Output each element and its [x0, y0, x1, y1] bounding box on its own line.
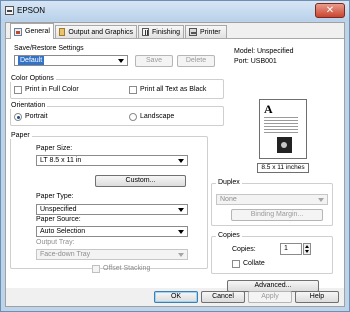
offset-stacking-label: Offset Stacking: [103, 265, 151, 272]
port-text: Port: USB001: [234, 58, 277, 65]
chevron-down-icon: [178, 253, 184, 257]
paper-label: Paper: [10, 132, 32, 139]
preview-text-lines: [264, 117, 298, 135]
chevron-down-icon: [118, 59, 124, 63]
help-button[interactable]: Help: [295, 291, 339, 303]
chevron-down-icon: [318, 198, 324, 202]
paper-size-label: Paper Size:: [36, 145, 73, 152]
duplex-value: None: [220, 196, 237, 203]
custom-paper-button[interactable]: Custom...: [95, 175, 186, 187]
ok-button[interactable]: OK: [154, 291, 198, 303]
paper-source-select[interactable]: Auto Selection: [36, 226, 188, 237]
printer-app-icon: [5, 6, 14, 15]
tab-output-graphics[interactable]: Output and Graphics: [55, 25, 137, 38]
copies-group: Copies: [211, 232, 333, 274]
printer-properties-window: EPSON ✕ General Output and Graphics Fini…: [0, 0, 350, 312]
save-restore-label: Save/Restore Settings: [14, 45, 84, 52]
page-preview: A: [259, 99, 307, 159]
general-icon: [14, 27, 22, 36]
close-button[interactable]: ✕: [315, 3, 345, 18]
duplex-label: Duplex: [216, 179, 242, 186]
collate-label: Collate: [243, 260, 265, 267]
paper-type-label: Paper Type:: [36, 193, 74, 200]
output-tray-select[interactable]: Face-down Tray: [36, 249, 188, 260]
paper-source-value: Auto Selection: [40, 228, 86, 235]
tab-general-label: General: [25, 28, 50, 35]
full-color-label: Print in Full Color: [25, 86, 79, 93]
offset-stacking-checkbox[interactable]: [92, 265, 100, 273]
window-title: EPSON: [17, 6, 46, 15]
copies-input[interactable]: 1: [280, 243, 302, 255]
tab-strip: General Output and Graphics Finishing Pr…: [6, 23, 344, 39]
dialog-body: General Output and Graphics Finishing Pr…: [5, 22, 345, 307]
paper-source-label: Paper Source:: [36, 216, 81, 223]
save-settings-button[interactable]: Save: [135, 55, 173, 67]
tab-output-graphics-label: Output and Graphics: [68, 28, 133, 36]
color-options-label: Color Options: [10, 75, 56, 82]
paper-size-value: LT 8.5 x 11 in: [40, 157, 82, 164]
tab-printer-label: Printer: [200, 28, 221, 36]
full-color-checkbox[interactable]: [14, 86, 22, 94]
title-bar[interactable]: EPSON ✕: [1, 1, 349, 21]
tab-finishing[interactable]: Finishing: [138, 25, 184, 38]
paper-size-caption: 8.5 x 11 inches: [257, 163, 309, 173]
text-black-checkbox[interactable]: [129, 86, 137, 94]
copies-label: Copies:: [232, 246, 256, 253]
output-tray-label: Output Tray:: [36, 239, 75, 246]
general-tab-panel: Save/Restore Settings Default Save Delet…: [6, 38, 344, 292]
duplex-select[interactable]: None: [216, 194, 328, 205]
portrait-label: Portrait: [25, 113, 48, 120]
collate-checkbox[interactable]: [232, 260, 240, 268]
tab-finishing-label: Finishing: [151, 28, 180, 36]
chevron-down-icon: [178, 230, 184, 234]
cancel-button[interactable]: Cancel: [201, 291, 245, 303]
landscape-radio[interactable]: [129, 113, 137, 121]
delete-settings-button[interactable]: Delete: [177, 55, 215, 67]
copies-spin-buttons[interactable]: [303, 243, 311, 255]
finishing-icon: [142, 28, 149, 36]
save-restore-select[interactable]: Default: [14, 55, 128, 66]
text-black-label: Print all Text as Black: [140, 86, 207, 93]
printer-icon: [189, 28, 197, 36]
tab-printer[interactable]: Printer: [185, 25, 227, 38]
paper-size-select[interactable]: LT 8.5 x 11 in: [36, 155, 188, 166]
binding-margin-button[interactable]: Binding Margin...: [231, 209, 323, 221]
apply-button[interactable]: Apply: [248, 291, 292, 303]
paper-type-select[interactable]: Unspecified: [36, 204, 188, 215]
chevron-down-icon: [178, 208, 184, 212]
save-restore-value: Default: [18, 56, 45, 65]
paper-type-value: Unspecified: [40, 206, 77, 213]
portrait-radio[interactable]: [14, 113, 22, 121]
tab-general[interactable]: General: [10, 23, 54, 39]
output-tray-value: Face-down Tray: [40, 251, 91, 258]
landscape-label: Landscape: [140, 113, 175, 120]
model-text: Model: Unspecified: [234, 48, 294, 55]
preview-letter: A: [264, 102, 273, 116]
orientation-label: Orientation: [10, 102, 48, 109]
output-graphics-icon: [59, 28, 66, 36]
copies-group-label: Copies: [216, 232, 242, 239]
preview-image-icon: [277, 137, 292, 153]
chevron-down-icon: [178, 159, 184, 163]
